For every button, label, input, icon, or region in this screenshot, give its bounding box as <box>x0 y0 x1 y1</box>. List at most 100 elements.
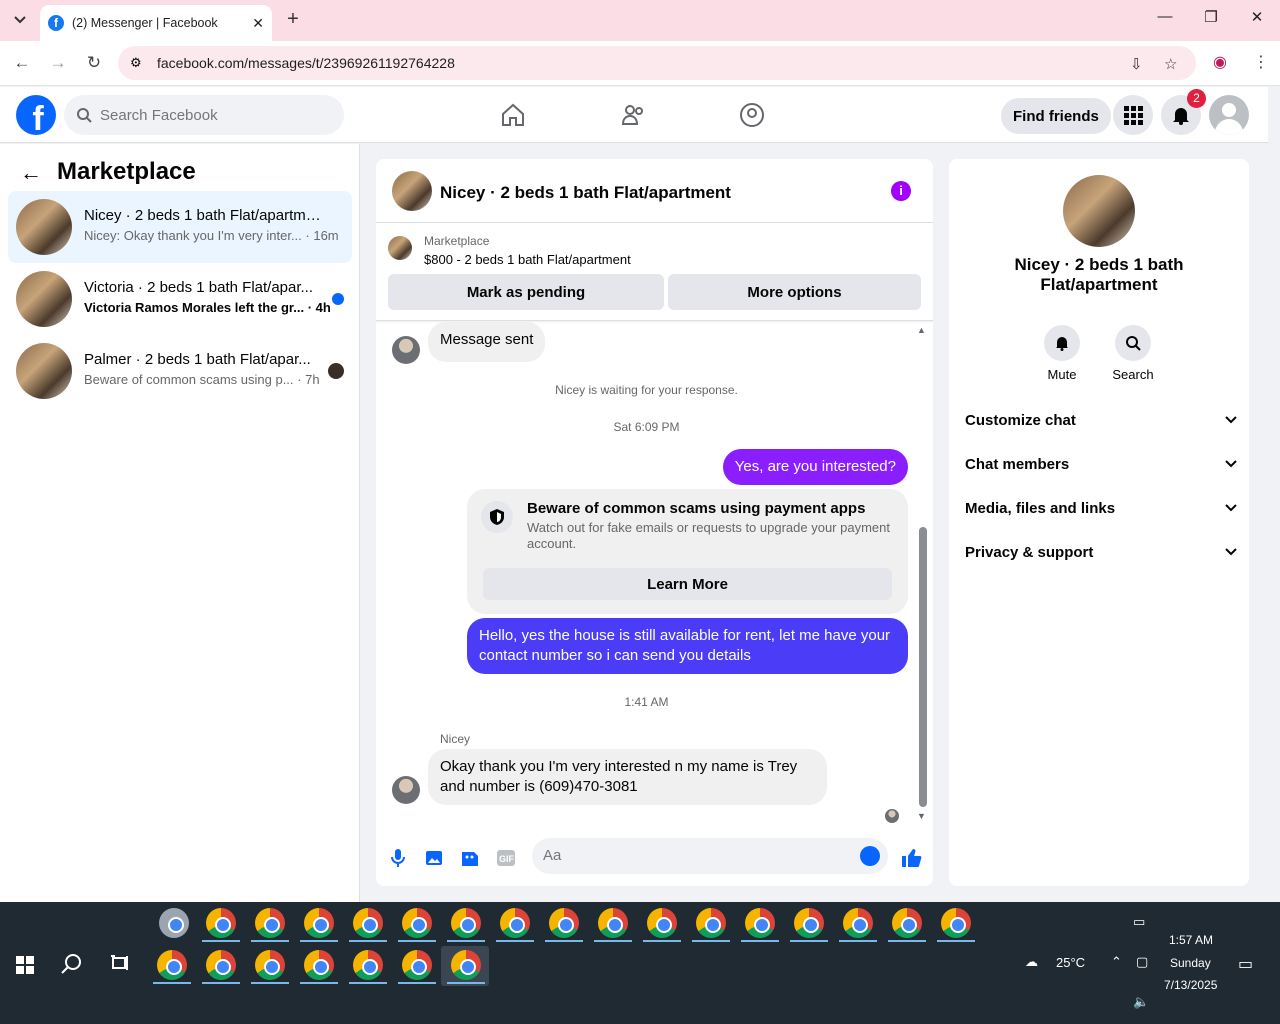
privacy-support-row[interactable]: Privacy & support <box>965 532 1237 572</box>
minimize-button[interactable]: — <box>1150 8 1180 32</box>
info-icon[interactable]: i <box>891 181 911 201</box>
network-icon[interactable]: ▭ <box>1133 914 1145 930</box>
chrome-profile-icon[interactable] <box>745 908 775 938</box>
close-window-button[interactable]: ✕ <box>1242 8 1272 32</box>
media-files-links-row[interactable]: Media, files and links <box>965 488 1237 528</box>
scroll-down-arrow[interactable]: ▼ <box>917 811 926 821</box>
back-arrow-icon[interactable]: ← <box>20 160 42 186</box>
contact-avatar <box>392 776 420 804</box>
row-label: Chat members <box>965 455 1070 473</box>
chrome-profile-icon-active[interactable] <box>451 950 481 980</box>
volume-icon[interactable]: 🔈 <box>1133 994 1149 1010</box>
chrome-profile-icon[interactable] <box>451 908 481 938</box>
clock-day[interactable]: Sunday <box>1170 956 1211 970</box>
install-app-icon[interactable]: ⇩ <box>1130 55 1143 73</box>
message-composer: GIF <box>376 834 933 886</box>
chrome-profile-icon[interactable] <box>402 908 432 938</box>
facebook-search[interactable] <box>64 95 344 135</box>
chrome-profile-icon[interactable] <box>892 908 922 938</box>
search-input[interactable] <box>100 106 320 124</box>
chrome-profile-icon[interactable] <box>255 950 285 980</box>
pinned-app-icon[interactable] <box>159 908 189 938</box>
chrome-profile-icon[interactable] <box>157 950 187 980</box>
omnibox[interactable]: ⚙ facebook.com/messages/t/23969261192764… <box>118 46 1196 80</box>
chrome-profile-icon[interactable] <box>304 908 334 938</box>
chat-title[interactable]: Nicey · 2 beds 1 bath Flat/apartment <box>440 183 731 203</box>
chrome-profile-icon[interactable] <box>843 908 873 938</box>
profile-icon[interactable]: ◉ <box>1213 52 1227 72</box>
chrome-menu-icon[interactable]: ⋮ <box>1253 52 1269 72</box>
customize-chat-row[interactable]: Customize chat <box>965 400 1237 440</box>
chrome-profile-icon[interactable] <box>696 908 726 938</box>
listing-thumbnail[interactable] <box>388 236 412 260</box>
chat-thumbnail[interactable] <box>392 171 432 211</box>
chrome-profile-icon[interactable] <box>500 908 530 938</box>
find-friends-button[interactable]: Find friends <box>1001 98 1111 134</box>
bell-icon[interactable] <box>1044 325 1080 361</box>
search-icon[interactable] <box>1115 325 1151 361</box>
learn-more-button[interactable]: Learn More <box>483 568 892 600</box>
chrome-profile-icon[interactable] <box>353 908 383 938</box>
chrome-profile-icon[interactable] <box>206 908 236 938</box>
message-input-box[interactable] <box>532 838 888 874</box>
bookmark-star-icon[interactable]: ☆ <box>1164 55 1177 73</box>
gif-icon[interactable]: GIF <box>494 846 518 870</box>
site-info-icon[interactable]: ⚙ <box>130 55 142 71</box>
tab-close-icon[interactable]: ✕ <box>252 15 264 32</box>
chrome-profile-icon[interactable] <box>255 908 285 938</box>
back-button[interactable]: ← <box>10 51 34 75</box>
chrome-profile-icon[interactable] <box>598 908 628 938</box>
search-action[interactable]: Search <box>1103 325 1163 382</box>
facebook-logo-icon[interactable]: f <box>16 95 56 135</box>
chrome-profile-icon[interactable] <box>402 950 432 980</box>
chat-members-row[interactable]: Chat members <box>965 444 1237 484</box>
conversation-item[interactable]: Nicey · 2 beds 1 bath Flat/apartment Nic… <box>8 191 352 263</box>
taskbar-search-icon[interactable] <box>61 953 83 980</box>
home-nav-icon[interactable] <box>497 99 529 131</box>
chrome-profile-icon[interactable] <box>794 908 824 938</box>
chrome-profile-icon[interactable] <box>549 908 579 938</box>
page-scrollbar[interactable] <box>1268 87 1280 902</box>
conversation-item[interactable]: Victoria · 2 beds 1 bath Flat/apar... Vi… <box>8 263 352 335</box>
more-options-button[interactable]: More options <box>668 274 921 310</box>
photo-icon[interactable] <box>422 846 446 870</box>
chrome-profile-icon[interactable] <box>353 950 383 980</box>
scroll-up-arrow[interactable]: ▲ <box>917 325 926 335</box>
url-text[interactable]: facebook.com/messages/t/2396926119276422… <box>157 55 455 71</box>
message-scrollbar[interactable] <box>919 527 927 807</box>
svg-text:GIF: GIF <box>499 854 515 864</box>
clock-time[interactable]: 1:57 AM <box>1169 933 1213 947</box>
chrome-profile-icon[interactable] <box>206 950 236 980</box>
new-tab-button[interactable]: + <box>282 8 304 30</box>
listing-thumbnail <box>16 343 72 399</box>
microphone-icon[interactable] <box>386 846 410 870</box>
sticker-icon[interactable] <box>458 846 482 870</box>
meet-icon[interactable]: ▢ <box>1136 954 1148 970</box>
chrome-profile-icon[interactable] <box>941 908 971 938</box>
notifications-center-icon[interactable]: ▭ <box>1238 954 1253 974</box>
friends-nav-icon[interactable] <box>617 99 649 131</box>
mark-as-pending-button[interactable]: Mark as pending <box>388 274 664 310</box>
groups-nav-icon[interactable] <box>736 99 768 131</box>
tab-search-button[interactable] <box>6 7 34 33</box>
reload-button[interactable]: ↻ <box>82 51 106 75</box>
chevron-up-icon[interactable]: ⌃ <box>1111 954 1122 970</box>
forward-button[interactable]: → <box>46 51 70 75</box>
clock-date[interactable]: 7/13/2025 <box>1164 978 1217 992</box>
chrome-profile-icon[interactable] <box>304 950 334 980</box>
emoji-icon[interactable] <box>860 846 880 866</box>
menu-grid-icon[interactable] <box>1113 95 1153 135</box>
weather-temp[interactable]: 25°C <box>1056 955 1085 970</box>
message-input[interactable] <box>543 847 843 864</box>
restore-button[interactable]: ❐ <box>1196 8 1226 32</box>
like-thumbs-up-icon[interactable] <box>899 846 923 870</box>
mute-action[interactable]: Mute <box>1032 325 1092 382</box>
conversation-item[interactable]: Palmer · 2 beds 1 bath Flat/apar... Bewa… <box>8 335 352 407</box>
weather-icon[interactable]: ☁ <box>1025 954 1038 970</box>
task-view-icon[interactable] <box>110 954 130 977</box>
account-avatar[interactable] <box>1209 95 1249 135</box>
chrome-profile-icon[interactable] <box>647 908 677 938</box>
listing-title[interactable]: $800 - 2 beds 1 bath Flat/apartment <box>424 252 631 267</box>
windows-start-icon[interactable] <box>16 956 34 979</box>
browser-tab[interactable]: f (2) Messenger | Facebook ✕ <box>40 5 272 41</box>
